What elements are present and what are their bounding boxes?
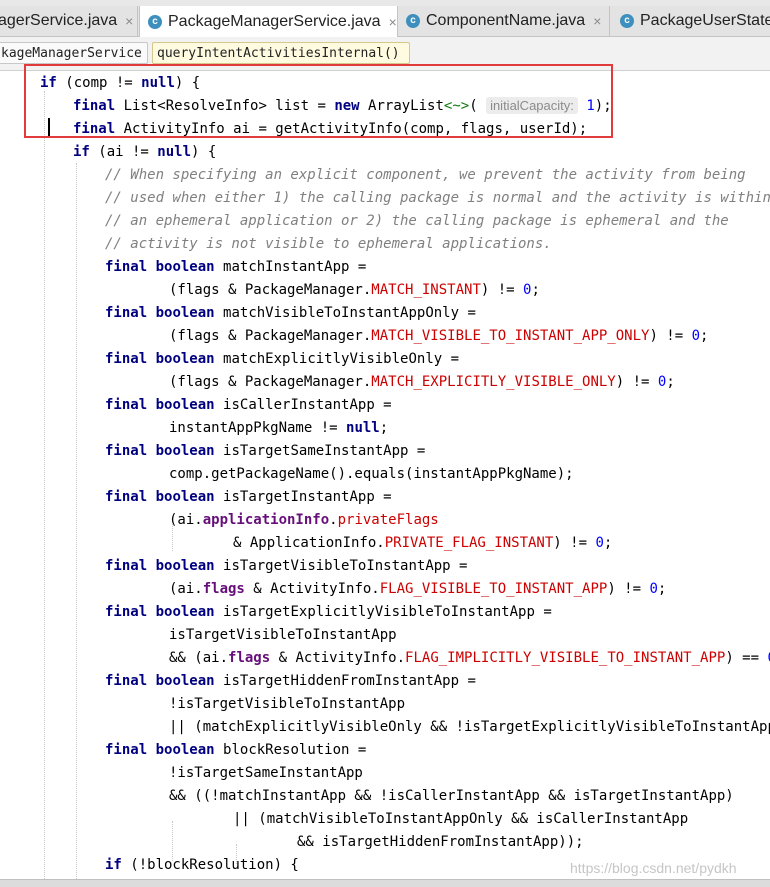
tab-label: ComponentName.java	[426, 12, 586, 29]
highlight-annotation-box	[24, 64, 613, 138]
java-class-icon: c	[406, 14, 420, 28]
code-line: (ai.applicationInfo.privateFlags	[169, 512, 439, 528]
code-line: & ApplicationInfo.PRIVATE_FLAG_INSTANT) …	[233, 535, 613, 551]
code-line: || (matchExplicitlyVisibleOnly && !isTar…	[169, 719, 770, 735]
code-line: && isTargetHiddenFromInstantApp));	[297, 834, 584, 850]
code-editor[interactable]: if (comp != null) { final List<ResolveIn…	[0, 71, 770, 879]
java-class-icon: c	[620, 14, 634, 28]
code-line: if (!blockResolution) {	[105, 857, 299, 873]
tab-label: PackageManagerService.java	[168, 12, 381, 30]
code-line: final boolean isTargetInstantApp =	[105, 489, 392, 505]
tab-label: PackageUserState	[640, 12, 770, 29]
breadcrumb-class[interactable]: kageManagerService	[0, 42, 148, 64]
tab-component-name[interactable]: c ComponentName.java ×	[398, 6, 610, 36]
code-line: (flags & PackageManager.MATCH_INSTANT) !…	[169, 282, 540, 298]
code-line: || (matchVisibleToInstantAppOnly && isCa…	[233, 811, 689, 827]
indent-guide	[44, 91, 45, 879]
code-line: !isTargetVisibleToInstantApp	[169, 696, 406, 712]
code-line: final boolean isTargetVisibleToInstantAp…	[105, 558, 468, 574]
editor-tab-bar: agerService.java × c PackageManagerServi…	[0, 6, 770, 37]
indent-guide	[76, 163, 77, 879]
code-line: final boolean isCallerInstantApp =	[105, 397, 392, 413]
breadcrumb-method[interactable]: queryIntentActivitiesInternal()	[152, 42, 410, 64]
tab-package-manager-service[interactable]: c PackageManagerService.java ×	[139, 6, 398, 37]
code-comment: // used when either 1) the calling packa…	[105, 190, 770, 206]
code-line: final boolean matchExplicitlyVisibleOnly…	[105, 351, 460, 367]
tab-manager-service[interactable]: agerService.java ×	[0, 6, 138, 36]
code-line: final boolean isTargetSameInstantApp =	[105, 443, 426, 459]
watermark: https://blog.csdn.net/pydkh	[570, 860, 737, 876]
code-line: final boolean isTargetHiddenFromInstantA…	[105, 673, 476, 689]
code-line: (flags & PackageManager.MATCH_EXPLICITLY…	[169, 374, 675, 390]
code-line: (flags & PackageManager.MATCH_VISIBLE_TO…	[169, 328, 709, 344]
code-line: if (ai != null) {	[73, 144, 217, 160]
tab-label: agerService.java	[0, 12, 118, 29]
close-icon[interactable]: ×	[125, 13, 133, 29]
code-line: !isTargetSameInstantApp	[169, 765, 363, 781]
code-comment: // When specifying an explicit component…	[105, 167, 746, 183]
code-comment: // an ephemeral application or 2) the ca…	[105, 213, 729, 229]
tab-package-user-state[interactable]: c PackageUserState	[610, 6, 770, 36]
close-icon[interactable]: ×	[593, 13, 601, 29]
code-line: comp.getPackageName().equals(instantAppP…	[169, 466, 574, 482]
code-line: && (ai.flags & ActivityInfo.FLAG_IMPLICI…	[169, 650, 770, 666]
code-line: final boolean blockResolution =	[105, 742, 367, 758]
code-line: (ai.flags & ActivityInfo.FLAG_VISIBLE_TO…	[169, 581, 667, 597]
close-icon[interactable]: ×	[389, 14, 397, 30]
code-line: isTargetVisibleToInstantApp	[169, 627, 397, 643]
code-line: final boolean matchVisibleToInstantAppOn…	[105, 305, 476, 321]
java-class-icon: c	[148, 14, 162, 29]
code-line: instantAppPkgName != null;	[169, 420, 389, 436]
code-line: final boolean isTargetExplicitlyVisibleT…	[105, 604, 552, 620]
code-line: && ((!matchInstantApp && !isCallerInstan…	[169, 788, 734, 804]
code-line: final boolean matchInstantApp =	[105, 259, 367, 275]
code-comment: // activity is not visible to ephemeral …	[105, 236, 552, 252]
